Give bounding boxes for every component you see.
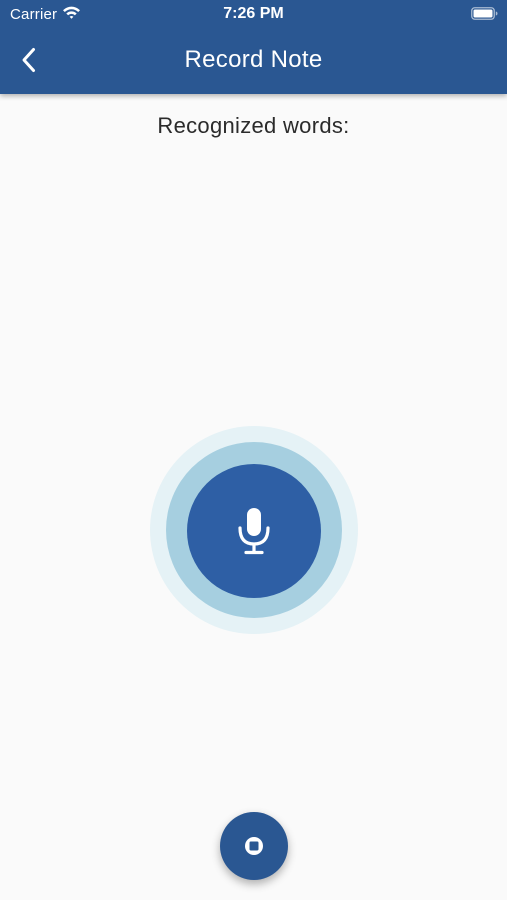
stop-button[interactable] [220, 812, 288, 880]
microphone-icon [238, 508, 270, 555]
recognized-words-label: Recognized words: [157, 113, 350, 138]
status-bar: Carrier 7:26 PM [0, 0, 507, 28]
status-time: 7:26 PM [223, 5, 284, 22]
app-header: Carrier 7:26 PM Record Note [0, 0, 507, 94]
page-title: Record Note [184, 46, 323, 73]
battery-icon [471, 7, 498, 20]
microphone-button[interactable] [187, 464, 321, 598]
stop-icon [245, 837, 263, 855]
